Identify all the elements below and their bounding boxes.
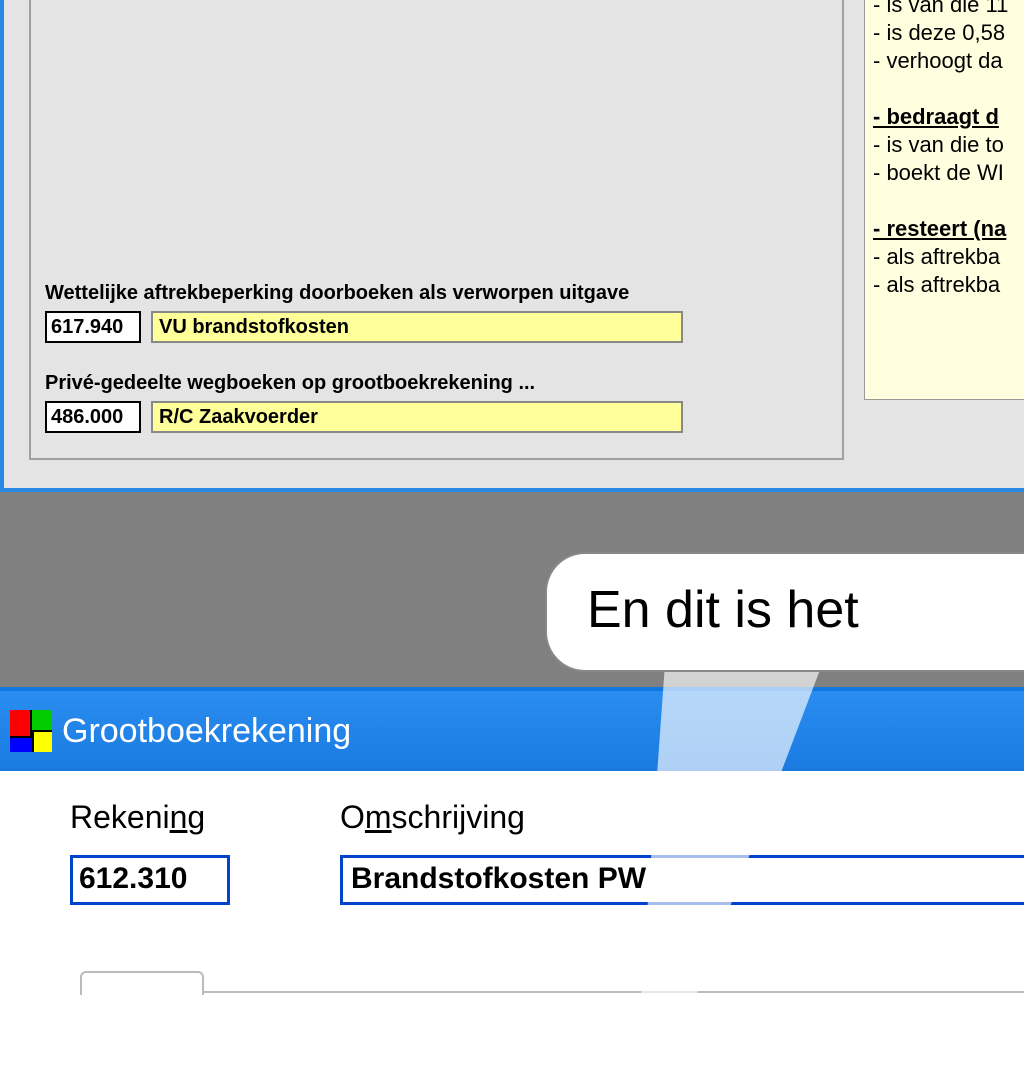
note-line: - als aftrekba — [873, 243, 1024, 271]
note-line: - is deze 0,58 — [873, 19, 1024, 47]
form-area: Rekening Omschrijving 612.310 Brandstofk… — [0, 771, 1024, 1071]
app-icon — [10, 710, 52, 752]
omschrijving-label: Omschrijving — [340, 799, 525, 836]
field-prive-code[interactable]: 486.000 — [45, 401, 141, 433]
note-line: - is van die to — [873, 131, 1024, 159]
field-vu-label: Wettelijke aftrekbeperking doorboeken al… — [45, 282, 683, 305]
group-box: Wettelijke aftrekbeperking doorboeken al… — [29, 0, 844, 460]
speech-bubble: En dit is het — [545, 552, 1024, 672]
field-prive-label: Privé-gedeelte wegboeken op grootboekrek… — [45, 372, 683, 395]
window-title: Grootboekrekening — [62, 712, 351, 751]
note-line: - als aftrekba — [873, 271, 1024, 299]
titlebar[interactable]: Grootboekrekening — [0, 691, 1024, 771]
note-heading: - bedraagt d — [873, 103, 1024, 131]
field-vu-code[interactable]: 617.940 — [45, 311, 141, 343]
field-prive: Privé-gedeelte wegboeken op grootboekrek… — [45, 372, 683, 433]
rekening-input[interactable]: 612.310 — [70, 855, 230, 905]
note-panel: - is van die 11 - is deze 0,58 - verhoog… — [864, 0, 1024, 400]
upper-panel: Wettelijke aftrekbeperking doorboeken al… — [0, 0, 1024, 492]
upper-wrap: Wettelijke aftrekbeperking doorboeken al… — [0, 0, 1024, 502]
field-prive-desc[interactable]: R/C Zaakvoerder — [151, 401, 683, 433]
grootboek-window: Grootboekrekening Rekening Omschrijving … — [0, 687, 1024, 1044]
tab-strip[interactable] — [80, 991, 1024, 1051]
field-vu-desc[interactable]: VU brandstofkosten — [151, 311, 683, 343]
note-line: - is van die 11 — [873, 0, 1024, 19]
field-vu: Wettelijke aftrekbeperking doorboeken al… — [45, 282, 683, 343]
note-line: - boekt de WI — [873, 159, 1024, 187]
note-line: - verhoogt da — [873, 47, 1024, 75]
rekening-label: Rekening — [70, 799, 205, 836]
speech-bubble-text: En dit is het — [587, 581, 859, 639]
note-heading: - resteert (na — [873, 215, 1024, 243]
